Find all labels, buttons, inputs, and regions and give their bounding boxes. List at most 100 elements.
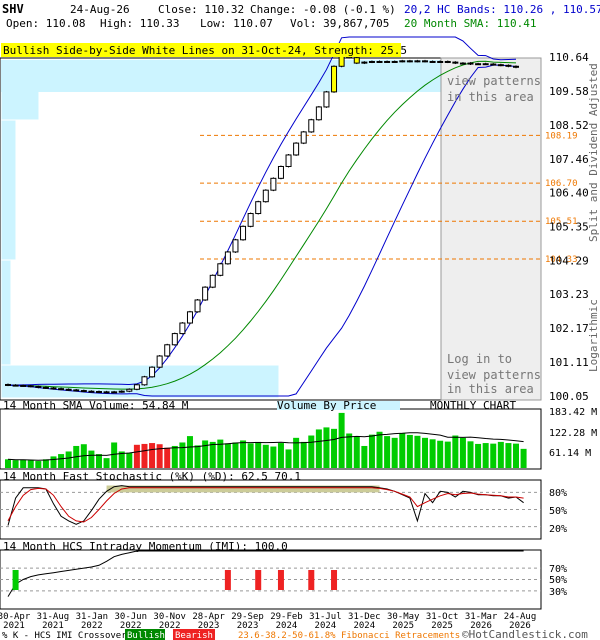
candle-body: [361, 61, 368, 64]
candle-body: [217, 263, 224, 276]
volume-bar: [255, 441, 262, 468]
x-axis-labels: 30-Apr202131-Aug202131-Jan202230-Jun2022…: [0, 612, 536, 631]
volume-bar: [103, 458, 110, 468]
volume-bar: [133, 444, 140, 468]
close-label: Close: 110.32: [158, 3, 244, 16]
price-tick: 104.29: [549, 254, 589, 267]
candle-body: [20, 384, 27, 387]
candle-body: [126, 388, 133, 392]
volume-bar: [308, 435, 315, 468]
candle-body: [65, 388, 72, 391]
login-text-5: in this area: [447, 382, 534, 396]
price-tick: 108.52: [549, 119, 589, 132]
x-tick-year: 2024: [276, 621, 298, 631]
candle-body: [118, 390, 125, 393]
candle-body: [255, 201, 262, 215]
volume-bar: [111, 442, 118, 468]
candle-body: [437, 60, 444, 63]
candle-body: [133, 384, 140, 390]
volume-bar: [20, 459, 27, 468]
candle-body: [444, 60, 451, 63]
volume-bar: [65, 451, 72, 468]
volume-bar: [338, 412, 345, 468]
volume-bar: [224, 443, 231, 468]
candle-body: [429, 60, 436, 63]
volume-bar: [141, 443, 148, 468]
volume-bar: [331, 428, 338, 468]
vbp-bar: [0, 119, 17, 261]
volume-bar: [406, 434, 413, 468]
candle-body: [171, 333, 178, 346]
volume-bar: [50, 456, 57, 468]
stoch-tick-2: 50%: [549, 506, 567, 517]
volume-bar: [42, 459, 49, 468]
candle-body: [156, 355, 163, 368]
footer-bullish: Bullish: [127, 631, 165, 640]
volume-bar: [490, 443, 497, 468]
volume-bar: [323, 427, 330, 468]
login-text-1: view patterns: [447, 74, 541, 88]
volume-bar: [467, 441, 474, 468]
volume-bar: [126, 452, 133, 468]
candle-body: [391, 60, 398, 63]
volume-panel: 14 Month SMA Volume: 54.84 M Volume By P…: [0, 399, 597, 470]
candle-body: [475, 63, 482, 66]
volume-bar: [429, 439, 436, 468]
volume-bar: [164, 447, 171, 468]
volume-bar: [459, 437, 466, 468]
volume-bar: [149, 443, 156, 468]
change-label: Change: -0.08 (-0.1 %): [250, 3, 396, 16]
volume-bar: [346, 433, 353, 468]
login-overlay[interactable]: [440, 57, 542, 401]
volume-bar: [482, 443, 489, 468]
vol-tick-3: 61.14 M: [549, 448, 591, 459]
candle-body: [277, 165, 284, 179]
candle-body: [497, 64, 504, 67]
candle-body: [73, 389, 80, 392]
price-tick: 110.64: [549, 51, 589, 64]
candle-body: [42, 386, 49, 389]
imi-bullish-marker: [12, 570, 19, 590]
vol-tick-1: 183.42 M: [549, 407, 597, 418]
footer-legend: % K - HCS IMI Crossover:: [2, 631, 132, 640]
x-tick-year: 2024: [315, 621, 337, 631]
candle-body: [368, 60, 375, 63]
volume-bar: [262, 444, 269, 468]
price-tick: 106.40: [549, 187, 589, 200]
volume-bar: [422, 437, 429, 468]
candle-body: [399, 60, 406, 63]
chart-period-label: MONTHLY CHART: [430, 399, 516, 412]
candle-body: [12, 384, 19, 387]
candle-body: [353, 57, 360, 64]
open-label: Open: 110.08: [6, 17, 85, 30]
volume-bar: [505, 443, 512, 468]
vol-label: Vol: 39,867,705: [290, 17, 389, 30]
footer-bearish: Bearish: [175, 631, 213, 640]
volume-bar: [232, 442, 239, 468]
imi-tick-1: 70%: [549, 564, 567, 575]
stoch-tick-3: 20%: [549, 524, 567, 535]
price-panel: 108.19106.70105.51104.33 view patterns i…: [0, 36, 600, 403]
volume-bar: [5, 459, 11, 468]
volume-bar: [414, 435, 421, 468]
candle-body: [179, 322, 186, 335]
vbp-label: Volume By Price: [277, 399, 376, 412]
candle-body: [224, 251, 231, 265]
candle-body: [232, 239, 239, 253]
login-text-2: in this area: [447, 90, 534, 104]
stoch-tick-1: 80%: [549, 488, 567, 499]
x-tick-year: 2024: [353, 621, 375, 631]
x-tick-year: 2023: [237, 621, 259, 631]
x-tick-year: 2021: [42, 621, 64, 631]
volume-bar: [452, 435, 459, 468]
candle-body: [490, 63, 497, 66]
x-tick-year: 2025: [392, 621, 414, 631]
candle-body: [141, 376, 148, 386]
imi-bearish-marker: [255, 570, 262, 590]
volume-bar: [194, 445, 201, 468]
candle-body: [414, 60, 421, 63]
volume-bar: [156, 444, 163, 468]
candle-body: [5, 383, 11, 386]
price-tick: 100.05: [549, 390, 589, 403]
volume-bar: [497, 441, 504, 468]
